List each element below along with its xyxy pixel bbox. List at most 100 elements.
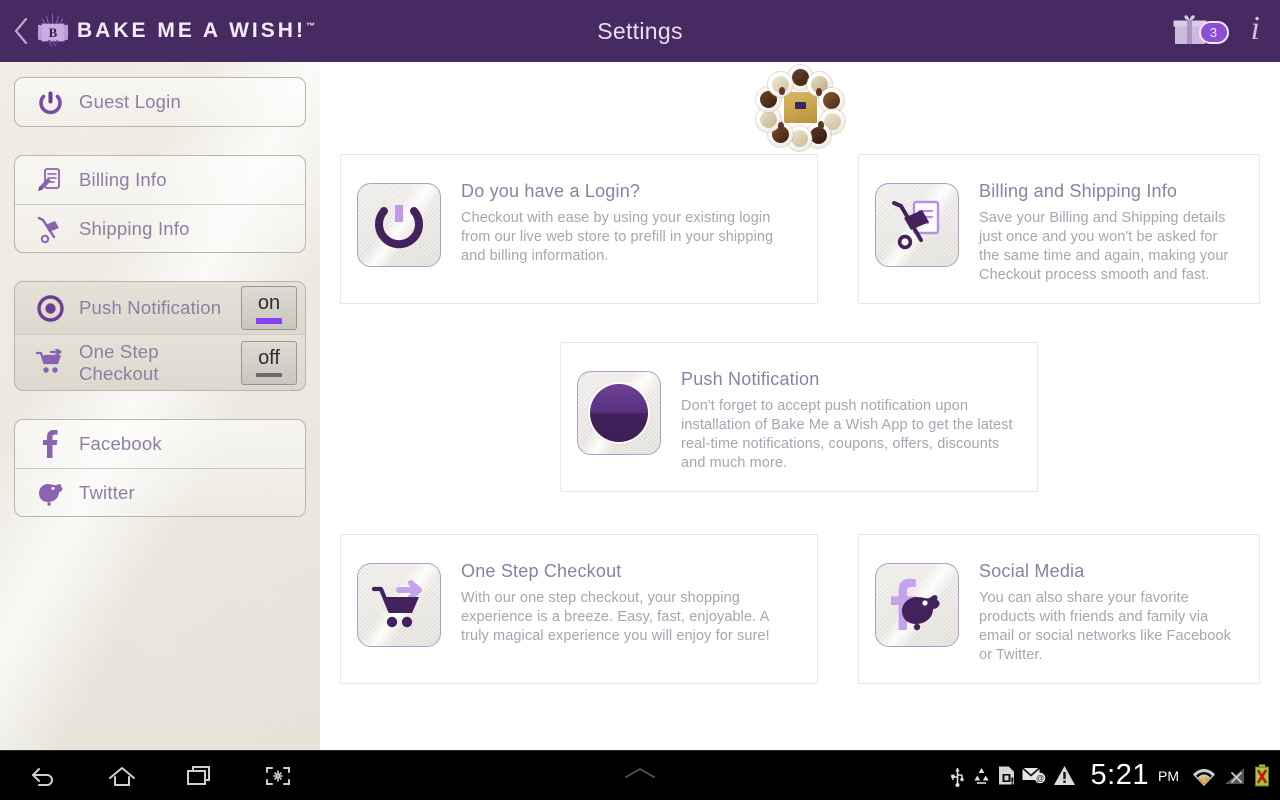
back-nav-button[interactable]	[22, 756, 66, 796]
sidebar-item-one-step-checkout[interactable]: One Step Checkout off	[15, 334, 305, 390]
facebook-twitter-icon	[891, 578, 940, 631]
push-notification-toggle[interactable]: on	[241, 286, 297, 330]
settings-content: Do you have a Login? Checkout with ease …	[320, 62, 1280, 750]
svg-text:@: @	[1035, 774, 1043, 783]
facebook-icon	[29, 425, 71, 463]
toggle-state-label: on	[257, 291, 281, 314]
card-thumb	[577, 371, 661, 455]
app-root: B W BAKE ME A WISH!™ Settings 3 i Guest …	[0, 0, 1280, 800]
card-body: Do you have a Login? Checkout with ease …	[441, 155, 817, 266]
card-title: One Step Checkout	[461, 561, 622, 581]
sidebar-item-label: Push Notification	[79, 297, 222, 319]
card-description: Checkout with ease by using your existin…	[461, 210, 774, 264]
sidebar-item-guest-login[interactable]: Guest Login	[15, 78, 305, 126]
status-ampm: PM	[1158, 767, 1179, 784]
status-time: 5:21	[1090, 759, 1149, 791]
sidebar-group-info: Billing Info Shipping Info	[14, 155, 306, 253]
card-thumb	[357, 563, 441, 647]
card-thumb	[357, 183, 441, 267]
status-icons: @ 5:21 PM	[950, 759, 1270, 792]
screenshot-nav-icon	[266, 766, 290, 785]
brand-logo[interactable]: B W BAKE ME A WISH!™	[38, 14, 315, 50]
info-icon[interactable]: i	[1251, 12, 1260, 50]
power-icon	[375, 205, 423, 249]
card-title: Push Notification	[681, 369, 820, 389]
recents-nav-icon	[187, 765, 210, 785]
sidebar-item-billing-info[interactable]: Billing Info	[15, 156, 305, 204]
sidebar-item-facebook[interactable]: Facebook	[15, 420, 305, 468]
sidebar-item-label: Guest Login	[79, 91, 181, 113]
recents-nav-button[interactable]	[178, 756, 222, 796]
hand-truck-icon	[29, 210, 71, 248]
card-description: With our one step checkout, your shoppin…	[461, 590, 770, 644]
card-billing-shipping[interactable]: Billing and Shipping Info Save your Bill…	[858, 154, 1260, 304]
sidebar-group-preferences: Push Notification on One Step Checkout o…	[14, 281, 306, 391]
document-pencil-icon	[29, 161, 71, 199]
logo-letter-b: B	[48, 24, 58, 40]
back-button[interactable]	[6, 0, 36, 62]
warning-triangle-icon	[1053, 765, 1076, 786]
recycle-icon	[972, 766, 991, 785]
circle-badge-icon	[590, 384, 648, 442]
card-login[interactable]: Do you have a Login? Checkout with ease …	[340, 154, 818, 304]
toggle-indicator-bar	[256, 373, 282, 377]
gift-cart-button[interactable]: 3	[1173, 12, 1229, 50]
brand-name-text: BAKE ME A WISH!	[77, 19, 306, 42]
screenshot-nav-button[interactable]	[256, 756, 300, 796]
usb-icon	[950, 765, 965, 787]
settings-sidebar: Guest Login Billing Info Shipping Info P…	[0, 62, 320, 750]
cart-arrow-icon	[29, 344, 71, 382]
card-description: Save your Billing and Shipping details j…	[979, 210, 1229, 283]
toggle-state-label: off	[258, 347, 280, 369]
home-nav-button[interactable]	[100, 756, 144, 796]
sidebar-group-social: Facebook Twitter	[14, 419, 306, 517]
card-thumb	[875, 563, 959, 647]
cart-arrow-icon	[371, 580, 422, 628]
hand-truck-document-icon	[892, 200, 940, 250]
sidebar-item-push-notification[interactable]: Push Notification on	[15, 282, 305, 334]
radio-target-icon	[29, 289, 71, 327]
card-body: One Step Checkout With our one step chec…	[441, 535, 817, 646]
no-signal-icon	[1223, 765, 1247, 786]
battery-error-icon	[1254, 764, 1270, 787]
sidebar-item-label: Facebook	[79, 433, 162, 455]
sidebar-item-label: Shipping Info	[79, 217, 190, 239]
cart-badge-count: 3	[1198, 21, 1229, 44]
card-one-step-checkout[interactable]: One Step Checkout With our one step chec…	[340, 534, 818, 684]
card-body: Social Media You can also share your fav…	[959, 535, 1259, 664]
toggle-indicator-bar	[256, 317, 282, 324]
brand-trademark: ™	[305, 21, 315, 31]
sidebar-item-label: Twitter	[79, 481, 135, 503]
sim-card-alert-icon	[998, 765, 1015, 786]
header-actions: 3 i	[1173, 0, 1260, 62]
sidebar-item-twitter[interactable]: Twitter	[15, 468, 305, 516]
home-nav-icon	[109, 766, 135, 786]
card-push-notification[interactable]: Push Notification Don't forget to accept…	[560, 342, 1038, 492]
android-nav-buttons	[22, 756, 300, 796]
card-title: Do you have a Login?	[461, 181, 641, 201]
brand-name: BAKE ME A WISH!™	[77, 19, 315, 43]
card-description: Don't forget to accept push notification…	[681, 398, 1013, 471]
card-body: Billing and Shipping Info Save your Bill…	[959, 155, 1259, 284]
card-title: Billing and Shipping Info	[979, 181, 1178, 201]
card-thumb	[875, 183, 959, 267]
power-icon	[29, 83, 71, 121]
sidebar-item-shipping-info[interactable]: Shipping Info	[15, 204, 305, 252]
card-description: You can also share your favorite product…	[979, 590, 1232, 663]
card-title: Social Media	[979, 561, 1085, 581]
one-step-checkout-toggle[interactable]: off	[241, 340, 297, 385]
loading-spinner	[750, 65, 850, 151]
email-icon: @	[1021, 767, 1046, 784]
gift-box-icon	[784, 92, 817, 123]
sidebar-group-account: Guest Login	[14, 77, 306, 127]
card-social-media[interactable]: Social Media You can also share your fav…	[858, 534, 1260, 684]
chevron-up-icon	[625, 767, 655, 778]
twitter-bird-icon	[29, 474, 71, 512]
wifi-icon	[1192, 765, 1216, 786]
sidebar-item-label: One Step Checkout	[79, 341, 159, 384]
logo-badge-icon: B W	[38, 14, 68, 50]
chevron-left-icon	[14, 18, 28, 44]
sidebar-item-label: Billing Info	[79, 169, 167, 191]
android-system-bar: @ 5:21 PM	[0, 750, 1280, 800]
app-header: B W BAKE ME A WISH!™ Settings 3 i	[0, 0, 1280, 62]
